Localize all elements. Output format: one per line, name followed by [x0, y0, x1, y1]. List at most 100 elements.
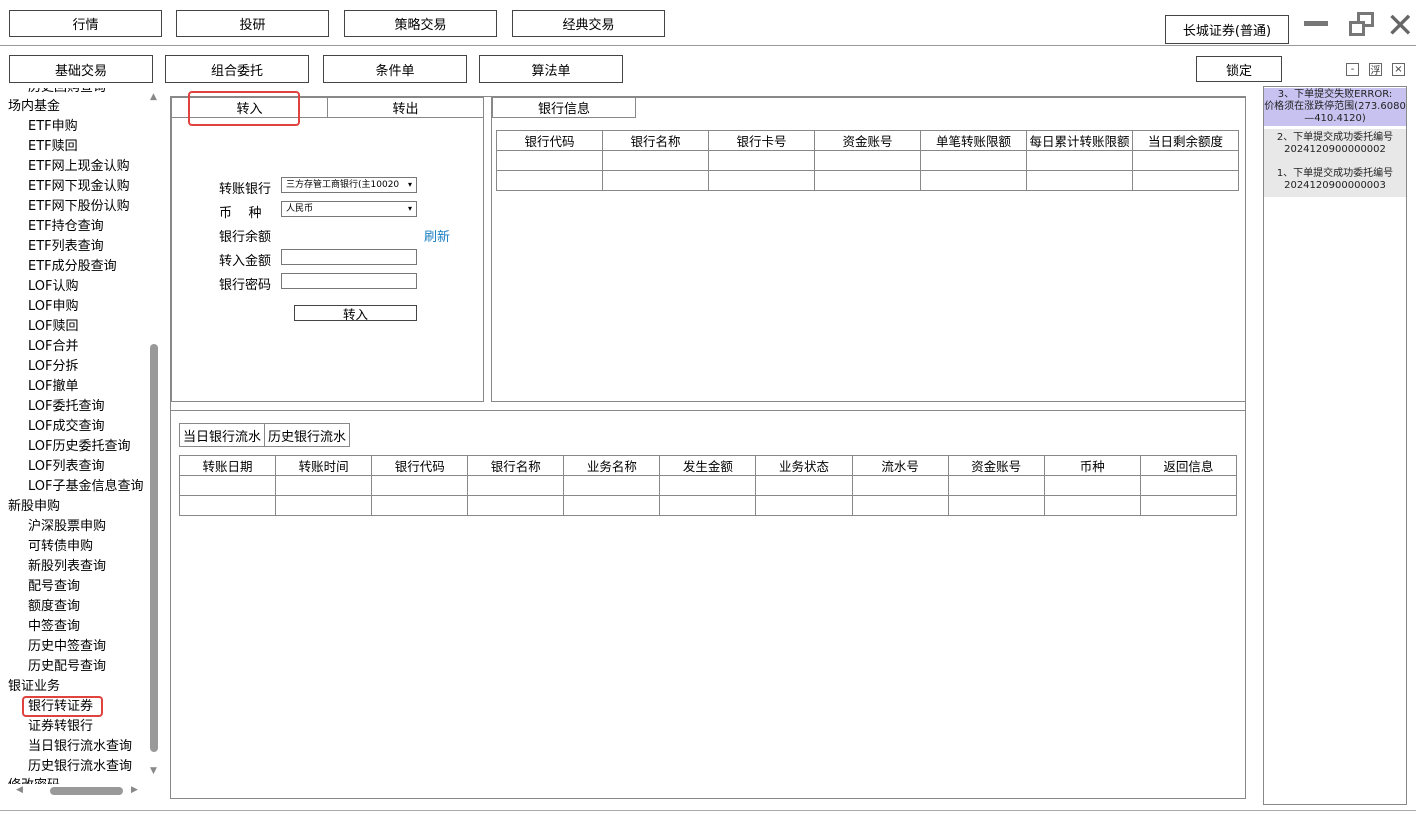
nav-market-button[interactable]: 行情 — [9, 10, 162, 37]
sidebar-item[interactable]: 新股列表查询 — [28, 557, 106, 577]
bank-label: 转账银行 — [219, 182, 272, 197]
notice-line: 1、下单提交成功委托编号 — [1276, 168, 1394, 179]
sidebar-item[interactable]: LOF列表查询 — [28, 457, 105, 477]
sidebar-item[interactable]: 当日银行流水查询 — [28, 737, 132, 757]
sidebar-item[interactable]: LOF成交查询 — [28, 417, 105, 437]
column-header: 流水号 — [851, 455, 949, 476]
sidebar-item[interactable]: ETF网上现金认购 — [28, 157, 130, 177]
chevron-down-icon: ▾ — [407, 180, 412, 189]
close-window-icon[interactable]: ✕ — [1386, 9, 1415, 43]
column-header: 银行名称 — [467, 455, 565, 476]
tab-today-flow[interactable]: 当日银行流水 — [179, 423, 265, 447]
tab-highlight — [188, 91, 300, 126]
sidebar-item[interactable]: ETF持仓查询 — [28, 217, 104, 237]
sidebar-item[interactable]: 证券转银行 — [28, 717, 93, 737]
column-header: 资金账号 — [947, 455, 1045, 476]
bank-flow-table: 转账日期 转账时间 银行代码 银行名称 业务名称 发生金额 业务状态 流水号 资… — [178, 455, 1238, 516]
sidebar-group-exchange-fund[interactable]: 场内基金 — [8, 97, 60, 117]
panel-float-icon[interactable]: 浮 — [1369, 63, 1382, 77]
selection-highlight — [22, 696, 103, 717]
top-divider — [0, 45, 1416, 46]
scroll-up-icon[interactable]: ▲ — [150, 92, 157, 102]
sidebar-item[interactable]: LOF历史委托查询 — [28, 437, 131, 457]
bank-info-table: 银行代码 银行名称 银行卡号 资金账号 单笔转账限额 每日累计转账限额 当日剩余… — [496, 130, 1239, 191]
notice-line: 2024120900000002 — [1284, 144, 1386, 155]
amount-input[interactable] — [281, 249, 417, 265]
sidebar-item[interactable]: LOF分拆 — [28, 357, 79, 377]
currency-label: 币 种 — [219, 206, 262, 221]
column-header: 银行代码 — [496, 130, 603, 151]
currency-select[interactable]: 人民币 ▾ — [281, 201, 417, 217]
column-header: 币种 — [1043, 455, 1141, 476]
sidebar-item[interactable]: LOF申购 — [28, 297, 79, 317]
nav-research-button[interactable]: 投研 — [176, 10, 329, 37]
scroll-right-icon[interactable]: ▶ — [131, 785, 138, 795]
amount-label: 转入金额 — [219, 254, 272, 269]
chevron-down-icon: ▾ — [407, 204, 412, 213]
sidebar-item[interactable]: 配号查询 — [28, 577, 80, 597]
minimize-icon[interactable] — [1304, 21, 1328, 26]
sidebar-item[interactable]: LOF撤单 — [28, 377, 79, 397]
sidebar-item[interactable]: ETF网下股份认购 — [28, 197, 130, 217]
table-row[interactable] — [496, 170, 1239, 191]
tab-bank-info[interactable]: 银行信息 — [492, 97, 636, 118]
sidebar-item[interactable]: LOF合并 — [28, 337, 79, 357]
sidebar-item[interactable]: 沪深股票申购 — [28, 517, 106, 537]
notice-item[interactable]: 1、下单提交成功委托编号 2024120900000003 — [1264, 165, 1406, 197]
table-row[interactable] — [496, 150, 1239, 171]
sidebar-item[interactable]: 历史中签查询 — [28, 637, 106, 657]
sidebar-group-bank-securities[interactable]: 银证业务 — [8, 677, 60, 697]
notice-line: 2、下单提交成功委托编号 — [1276, 132, 1394, 143]
sidebar-item[interactable]: LOF委托查询 — [28, 397, 105, 417]
nav-classic-button[interactable]: 经典交易 — [512, 10, 665, 37]
section-divider — [171, 410, 1246, 411]
sidebar-item[interactable]: ETF申购 — [28, 117, 78, 137]
tab-history-flow[interactable]: 历史银行流水 — [264, 423, 350, 447]
sidebar-group-ipo[interactable]: 新股申购 — [8, 497, 60, 517]
panel-minimize-icon[interactable]: - — [1346, 63, 1359, 76]
sidebar-vertical-scrollbar[interactable]: ▲ ▼ — [148, 92, 162, 778]
column-header: 每日累计转账限额 — [1026, 130, 1133, 151]
sidebar-item[interactable]: LOF赎回 — [28, 317, 79, 337]
sidebar-item[interactable]: ETF网下现金认购 — [28, 177, 130, 197]
sidebar-item[interactable]: LOF认购 — [28, 277, 79, 297]
sidebar-item[interactable]: LOF子基金信息查询 — [28, 477, 144, 497]
hscroll-thumb[interactable] — [50, 787, 123, 795]
notice-item[interactable]: 2、下单提交成功委托编号 2024120900000002 — [1264, 129, 1406, 165]
lock-button[interactable]: 锁定 — [1196, 56, 1282, 82]
column-header: 转账日期 — [178, 455, 277, 476]
column-header: 银行名称 — [602, 130, 709, 151]
broker-account-button[interactable]: 长城证券(普通) — [1165, 15, 1289, 44]
tab-transfer-out[interactable]: 转出 — [327, 97, 484, 118]
sidebar-item[interactable]: 历史银行流水查询 — [28, 757, 132, 777]
scroll-down-icon[interactable]: ▼ — [150, 766, 157, 776]
bank-select[interactable]: 三方存管工商银行(主10020 ▾ — [281, 177, 417, 193]
sidebar-item[interactable]: 可转债申购 — [28, 537, 93, 557]
sidebar-group[interactable]: 修改密码 — [8, 776, 60, 784]
password-input[interactable] — [281, 273, 417, 289]
notice-line: 3、下单提交失败ERROR: — [1277, 89, 1393, 100]
balance-label: 银行余额 — [219, 230, 272, 245]
panel-close-icon[interactable]: × — [1392, 63, 1405, 76]
notice-item-error[interactable]: 3、下单提交失败ERROR: 价格须在涨跌停范围(273.6080 —410.4… — [1264, 88, 1406, 126]
nav-strategy-button[interactable]: 策略交易 — [344, 10, 497, 37]
table-row[interactable] — [178, 475, 1238, 496]
table-row[interactable] — [178, 495, 1238, 516]
scroll-thumb[interactable] — [150, 344, 158, 752]
restore-icon[interactable] — [1349, 12, 1375, 38]
sidebar-item[interactable]: 中签查询 — [28, 617, 80, 637]
scroll-left-icon[interactable]: ◀ — [16, 785, 23, 795]
sidebar-item[interactable]: 历史配号查询 — [28, 657, 106, 677]
tab-basic-trade[interactable]: 基础交易 — [9, 55, 153, 83]
sidebar-item[interactable]: ETF赎回 — [28, 137, 78, 157]
sidebar-item[interactable]: 额度查询 — [28, 597, 80, 617]
sidebar-item[interactable]: ETF列表查询 — [28, 237, 104, 257]
tab-combo-order[interactable]: 组合委托 — [165, 55, 309, 83]
sidebar-tree: 历史回购查询 场内基金 ETF申购 ETF赎回 ETF网上现金认购 ETF网下现… — [8, 88, 148, 784]
transfer-in-submit-button[interactable]: 转入 — [294, 305, 417, 322]
tab-condition-order[interactable]: 条件单 — [323, 55, 467, 83]
tab-algo-order[interactable]: 算法单 — [479, 55, 623, 83]
sidebar-item[interactable]: ETF成分股查询 — [28, 257, 117, 277]
sidebar-horizontal-scrollbar[interactable]: ◀ ▶ — [10, 784, 140, 798]
refresh-link[interactable]: 刷新 — [424, 226, 450, 245]
